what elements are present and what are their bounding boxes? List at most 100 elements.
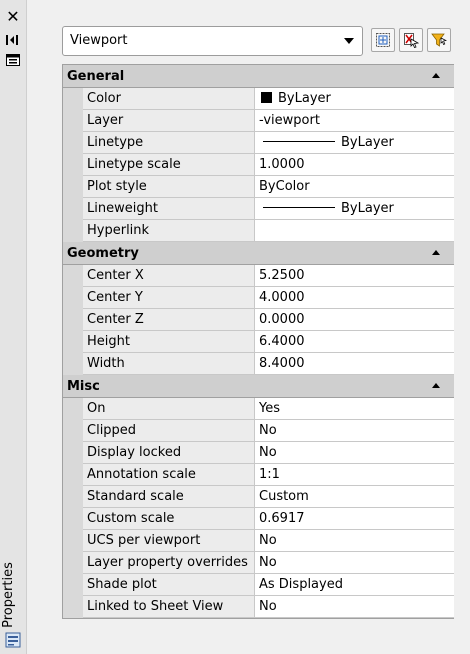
row-gutter (63, 530, 83, 552)
property-value[interactable]: 1:1 (255, 464, 454, 486)
property-row-center-y[interactable]: Center Y 4.0000 (63, 287, 454, 309)
property-name: Custom scale (83, 508, 255, 530)
collapse-icon[interactable] (432, 73, 440, 78)
row-gutter (63, 596, 83, 618)
property-value[interactable]: 5.2500 (255, 265, 454, 287)
property-row-linetype-scale[interactable]: Linetype scale 1.0000 (63, 154, 454, 176)
palette-title: Properties (1, 562, 16, 628)
property-name: Plot style (83, 176, 255, 198)
property-value[interactable]: -viewport (255, 110, 454, 132)
property-name: Shade plot (83, 574, 255, 596)
collapse-icon[interactable] (432, 250, 440, 255)
property-row-hyperlink[interactable]: Hyperlink (63, 220, 454, 242)
property-row-standard-scale[interactable]: Standard scale Custom (63, 486, 454, 508)
property-name: Hyperlink (83, 220, 255, 242)
property-name: Color (83, 88, 255, 110)
property-row-height[interactable]: Height 6.4000 (63, 331, 454, 353)
property-row-ucs-per-viewport[interactable]: UCS per viewport No (63, 530, 454, 552)
property-row-clipped[interactable]: Clipped No (63, 420, 454, 442)
autohide-icon[interactable] (4, 32, 22, 48)
property-row-layer-property-overrides[interactable]: Layer property overrides No (63, 552, 454, 574)
collapse-icon[interactable] (432, 383, 440, 388)
property-value[interactable]: 1.0000 (255, 154, 454, 176)
property-row-lineweight[interactable]: Lineweight ByLayer (63, 198, 454, 220)
row-gutter (63, 176, 83, 198)
row-gutter (63, 110, 83, 132)
select-objects-button[interactable] (399, 28, 423, 52)
lineweight-preview (263, 207, 335, 208)
property-value[interactable]: No (255, 530, 454, 552)
property-value-text: ByLayer (341, 135, 394, 150)
section-title: Geometry (67, 245, 139, 261)
row-gutter (63, 552, 83, 574)
property-value[interactable]: No (255, 552, 454, 574)
row-gutter (63, 398, 83, 420)
property-value-text: ByLayer (278, 91, 331, 106)
section-header-geometry[interactable]: Geometry (63, 242, 454, 265)
row-gutter (63, 464, 83, 486)
row-gutter (63, 198, 83, 220)
property-value[interactable]: 0.6917 (255, 508, 454, 530)
property-value[interactable]: ByColor (255, 176, 454, 198)
property-row-on[interactable]: On Yes (63, 398, 454, 420)
property-value[interactable]: Yes (255, 398, 454, 420)
property-name: Standard scale (83, 486, 255, 508)
property-value[interactable]: ByLayer (255, 88, 454, 110)
property-row-shade-plot[interactable]: Shade plot As Displayed (63, 574, 454, 596)
property-row-center-z[interactable]: Center Z 0.0000 (63, 309, 454, 331)
row-gutter (63, 220, 83, 242)
property-row-annotation-scale[interactable]: Annotation scale 1:1 (63, 464, 454, 486)
property-value[interactable]: 6.4000 (255, 331, 454, 353)
property-row-color[interactable]: Color ByLayer (63, 88, 454, 110)
property-row-plot-style[interactable]: Plot style ByColor (63, 176, 454, 198)
toggle-pickadd-button[interactable] (371, 28, 395, 52)
property-name: Height (83, 331, 255, 353)
object-type-dropdown[interactable]: Viewport (62, 26, 363, 56)
property-value[interactable]: 0.0000 (255, 309, 454, 331)
property-value[interactable]: No (255, 420, 454, 442)
palette-titlebar: ✕ Properties (0, 0, 27, 654)
property-name: On (83, 398, 255, 420)
property-row-center-x[interactable]: Center X 5.2500 (63, 265, 454, 287)
property-name: Layer (83, 110, 255, 132)
row-gutter (63, 420, 83, 442)
row-gutter (63, 309, 83, 331)
row-gutter (63, 88, 83, 110)
palette-icon (5, 632, 21, 648)
chevron-down-icon (344, 38, 354, 44)
section-header-misc[interactable]: Misc (63, 375, 454, 398)
section-title: General (67, 68, 125, 84)
linetype-preview (263, 141, 335, 142)
property-value[interactable]: No (255, 596, 454, 618)
row-gutter (63, 265, 83, 287)
property-row-display-locked[interactable]: Display locked No (63, 442, 454, 464)
select-objects-icon (404, 33, 419, 48)
section-header-general[interactable]: General (63, 65, 454, 88)
property-row-linetype[interactable]: Linetype ByLayer (63, 132, 454, 154)
property-value[interactable]: No (255, 442, 454, 464)
property-name: Width (83, 353, 255, 375)
close-icon[interactable]: ✕ (4, 7, 22, 26)
property-value[interactable]: Custom (255, 486, 454, 508)
property-value[interactable] (255, 220, 454, 242)
property-value[interactable]: As Displayed (255, 574, 454, 596)
property-name: Layer property overrides (83, 552, 255, 574)
property-row-linked-to-sheet-view[interactable]: Linked to Sheet View No (63, 596, 454, 618)
color-swatch (261, 92, 272, 103)
quick-select-button[interactable] (427, 28, 451, 52)
property-name: Clipped (83, 420, 255, 442)
object-type-value: Viewport (70, 33, 128, 48)
property-row-custom-scale[interactable]: Custom scale 0.6917 (63, 508, 454, 530)
properties-menu-icon[interactable] (4, 52, 22, 68)
row-gutter (63, 331, 83, 353)
property-value[interactable]: ByLayer (255, 198, 454, 220)
row-gutter (63, 486, 83, 508)
row-gutter (63, 442, 83, 464)
property-row-width[interactable]: Width 8.4000 (63, 353, 454, 375)
property-value[interactable]: 4.0000 (255, 287, 454, 309)
quick-select-icon (431, 33, 447, 47)
property-value[interactable]: ByLayer (255, 132, 454, 154)
row-gutter (63, 154, 83, 176)
property-value[interactable]: 8.4000 (255, 353, 454, 375)
property-row-layer[interactable]: Layer -viewport (63, 110, 454, 132)
